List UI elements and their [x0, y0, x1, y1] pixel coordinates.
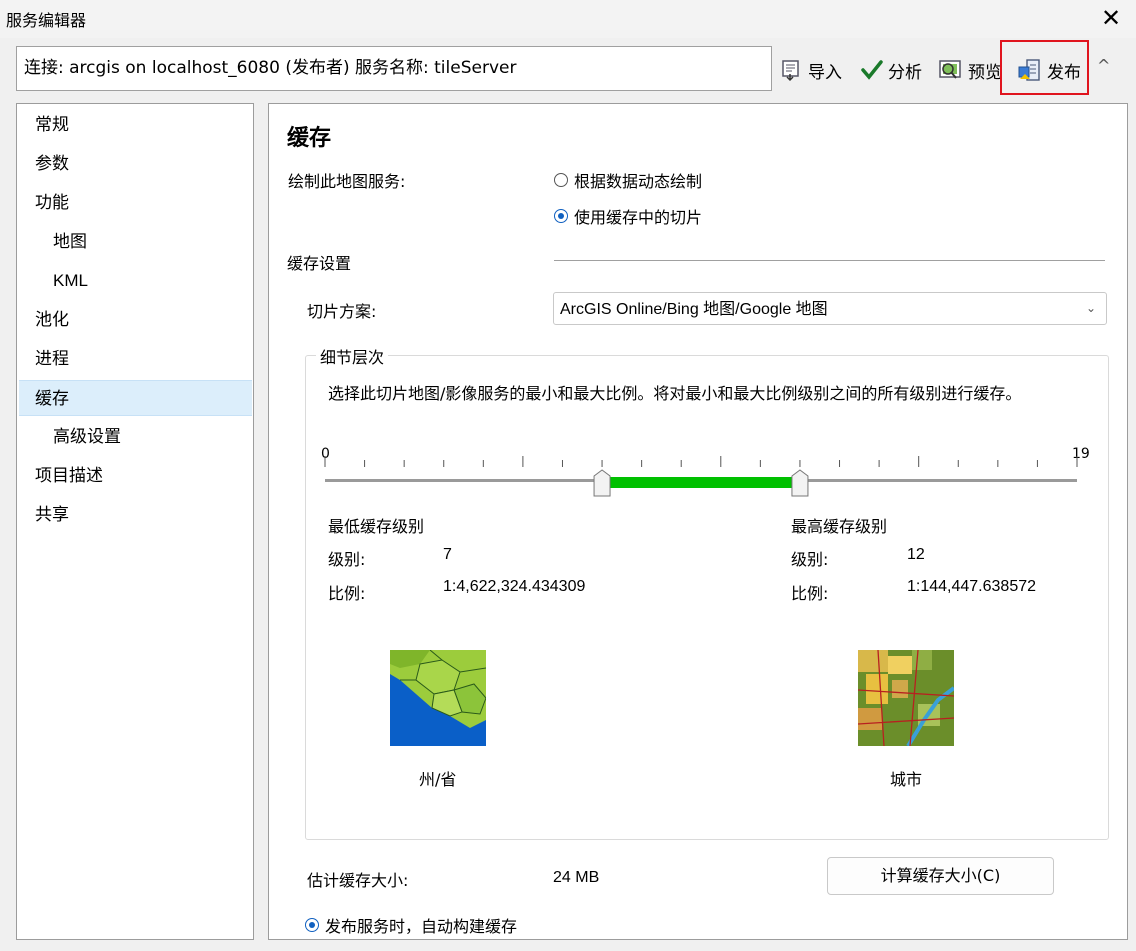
- sidebar-item-caching[interactable]: 缓存: [19, 380, 252, 416]
- chevron-down-icon: ⌄: [1085, 301, 1096, 315]
- sidebar-item-kml[interactable]: KML: [19, 263, 252, 299]
- auto-build-cache-indicator[interactable]: [305, 918, 319, 932]
- min-scale-value: 1:4,622,324.434309: [443, 578, 586, 595]
- preview-icon: [939, 60, 961, 79]
- sidebar-item-general[interactable]: 常规: [19, 107, 252, 143]
- checkmark-icon: [861, 60, 883, 80]
- auto-build-cache-label: 发布服务时，自动构建缓存: [325, 917, 518, 936]
- radio-dynamic[interactable]: 根据数据动态绘制: [554, 168, 702, 192]
- import-button[interactable]: 导入: [780, 48, 842, 92]
- min-scale-label: 比例:: [328, 584, 366, 603]
- tiling-scheme-label: 切片方案:: [307, 302, 377, 321]
- min-level-label: 级别:: [328, 550, 366, 569]
- collapse-icon[interactable]: ^: [1097, 56, 1110, 75]
- preview-label: 预览: [968, 62, 1002, 83]
- tiling-scheme-select[interactable]: ArcGIS Online/Bing 地图/Google 地图 ⌄: [553, 292, 1107, 325]
- sidebar-item-processes[interactable]: 进程: [19, 341, 252, 377]
- import-icon: [782, 60, 799, 82]
- max-scale-value: 1:144,447.638572: [907, 578, 1037, 595]
- scale-level-slider[interactable]: [320, 452, 1090, 502]
- preview-button[interactable]: 预览: [938, 48, 1002, 92]
- radio-cached-tiles[interactable]: 使用缓存中的切片: [554, 204, 702, 228]
- max-scale-label: 比例:: [791, 584, 829, 603]
- slider-max-thumb[interactable]: [791, 469, 809, 497]
- max-level-title: 最高缓存级别: [791, 517, 888, 536]
- divider: [554, 260, 1105, 261]
- sidebar-item-pooling[interactable]: 池化: [19, 302, 252, 338]
- sidebar-item-capabilities[interactable]: 功能: [19, 185, 252, 221]
- sidebar-item-parameters[interactable]: 参数: [19, 146, 252, 182]
- window-title: 服务编辑器: [6, 11, 87, 30]
- page-title: 缓存: [287, 126, 332, 151]
- radio-cached-tiles-indicator[interactable]: [554, 209, 568, 223]
- state-scale-caption: 州/省: [419, 770, 457, 789]
- state-scale-thumbnail: [390, 650, 486, 746]
- analyze-label: 分析: [888, 62, 922, 83]
- radio-dynamic-indicator[interactable]: [554, 173, 568, 187]
- slider-min-thumb[interactable]: [593, 469, 611, 497]
- lod-group-title: 细节层次: [316, 344, 389, 368]
- title-bar: [0, 0, 1136, 38]
- sidebar-item-map[interactable]: 地图: [19, 224, 252, 260]
- radio-dynamic-label: 根据数据动态绘制: [574, 172, 703, 191]
- radio-cached-tiles-label: 使用缓存中的切片: [574, 208, 703, 227]
- close-icon[interactable]: ✕: [1096, 4, 1126, 34]
- sidebar-item-advanced-settings[interactable]: 高级设置: [19, 419, 252, 455]
- draw-mode-label: 绘制此地图服务:: [288, 172, 406, 191]
- max-level-label: 级别:: [791, 550, 829, 569]
- slider-selected-range: [602, 477, 800, 488]
- sidebar-item-sharing[interactable]: 共享: [19, 497, 252, 533]
- city-scale-caption: 城市: [890, 770, 923, 789]
- connection-info: 连接: arcgis on localhost_6080 (发布者) 服务名称:…: [16, 46, 772, 91]
- lod-description: 选择此切片地图/影像服务的最小和最大比例。将对最小和最大比例级别之间的所有级别进…: [328, 384, 1022, 403]
- estimate-size-value: 24 MB: [553, 869, 600, 886]
- city-scale-thumbnail: [858, 650, 954, 746]
- publish-highlight-box: [1000, 40, 1089, 95]
- sidebar-nav: 常规 参数 功能 地图 KML 池化 进程 缓存 高级设置 项目描述 共享: [16, 103, 254, 940]
- calculate-cache-size-button[interactable]: 计算缓存大小(C): [827, 857, 1054, 895]
- sidebar-item-item-description[interactable]: 项目描述: [19, 458, 252, 494]
- import-label: 导入: [808, 62, 842, 83]
- tiling-scheme-value: ArcGIS Online/Bing 地图/Google 地图: [560, 301, 828, 318]
- estimate-size-label: 估计缓存大小:: [307, 871, 409, 890]
- min-level-value: 7: [443, 546, 452, 563]
- auto-build-cache-option[interactable]: 发布服务时，自动构建缓存: [305, 913, 517, 937]
- max-level-value: 12: [907, 546, 925, 563]
- analyze-button[interactable]: 分析: [860, 48, 922, 92]
- cache-settings-label: 缓存设置: [287, 254, 352, 273]
- min-level-title: 最低缓存级别: [328, 517, 425, 536]
